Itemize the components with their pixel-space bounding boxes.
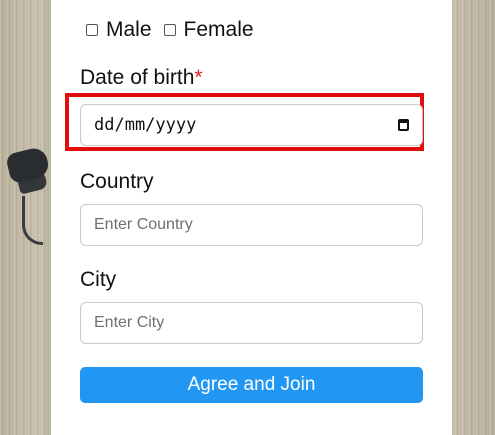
city-label: City (80, 268, 117, 291)
city-input[interactable]: Enter City (80, 302, 423, 344)
female-label: Female (183, 18, 254, 41)
city-placeholder: Enter City (94, 314, 165, 331)
female-checkbox[interactable] (163, 24, 176, 36)
calendar-icon[interactable] (398, 119, 409, 131)
male-checkbox[interactable] (86, 24, 98, 36)
dob-label: Date of birth* (80, 66, 203, 90)
country-input[interactable]: Enter Country (80, 204, 423, 246)
gender-group: Male Female (86, 18, 266, 42)
country-placeholder: Enter Country (94, 216, 193, 233)
background-strap-loop (22, 196, 43, 245)
dob-placeholder: dd/mm/yyyy (94, 115, 197, 135)
agree-and-join-button[interactable]: Agree and Join (80, 367, 423, 403)
dob-input[interactable]: dd/mm/yyyy (80, 104, 423, 146)
gender-option-female[interactable]: Female (163, 18, 254, 42)
male-label: Male (106, 18, 152, 41)
country-label: Country (80, 170, 154, 193)
required-marker: * (194, 66, 203, 89)
background-strap (4, 145, 52, 185)
dob-label-text: Date of birth (80, 66, 195, 89)
gender-option-male[interactable]: Male (86, 18, 152, 42)
signup-form-card: Male Female Date of birth* dd/mm/yyyy Co… (51, 0, 452, 435)
